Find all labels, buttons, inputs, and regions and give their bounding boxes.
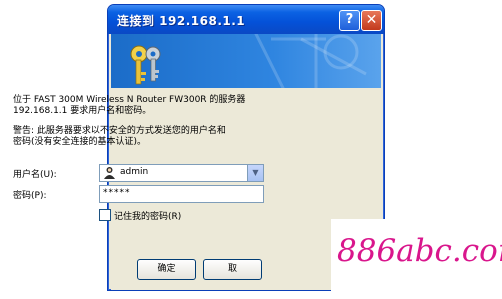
remember-label: 记住我的密码(R) <box>114 212 182 222</box>
server-description: 位于 FAST 300M Wireless N Router FW300R 的服… <box>13 95 245 117</box>
username-combobox[interactable]: admin ▼ <box>99 164 264 182</box>
username-value: admin <box>120 167 149 177</box>
chevron-down-icon[interactable]: ▼ <box>247 165 263 181</box>
password-label: 密码(P): <box>13 191 47 201</box>
password-field[interactable]: ***** <box>99 185 264 203</box>
user-icon <box>104 167 115 179</box>
dialog-title: 连接到 192.168.1.1 <box>117 14 246 28</box>
banner <box>111 34 381 88</box>
cancel-button[interactable]: 取 <box>203 259 262 280</box>
description-line: 位于 FAST 300M Wireless N Router FW300R 的服… <box>13 95 246 105</box>
warning-line: 警告: 此服务器要求以不安全的方式发送您的用户名和 <box>13 126 226 136</box>
password-value: ***** <box>103 188 131 198</box>
watermark-text: 886abc.com <box>337 233 502 269</box>
security-warning: 警告: 此服务器要求以不安全的方式发送您的用户名和 密码(没有安全连接的基本认证… <box>13 126 226 148</box>
warning-line: 密码(没有安全连接的基本认证)。 <box>13 137 147 147</box>
help-button[interactable]: ? <box>339 10 360 31</box>
keys-icon <box>130 34 367 88</box>
watermark: 886abc.com <box>331 219 502 299</box>
remember-checkbox[interactable] <box>99 209 111 221</box>
close-button[interactable]: ✕ <box>361 10 382 31</box>
ok-button[interactable]: 确定 <box>137 259 196 280</box>
title-bar[interactable]: 连接到 192.168.1.1 ? ✕ <box>108 5 384 34</box>
username-label: 用户名(U): <box>13 170 57 180</box>
description-line: 192.168.1.1 要求用户名和密码。 <box>13 106 152 116</box>
